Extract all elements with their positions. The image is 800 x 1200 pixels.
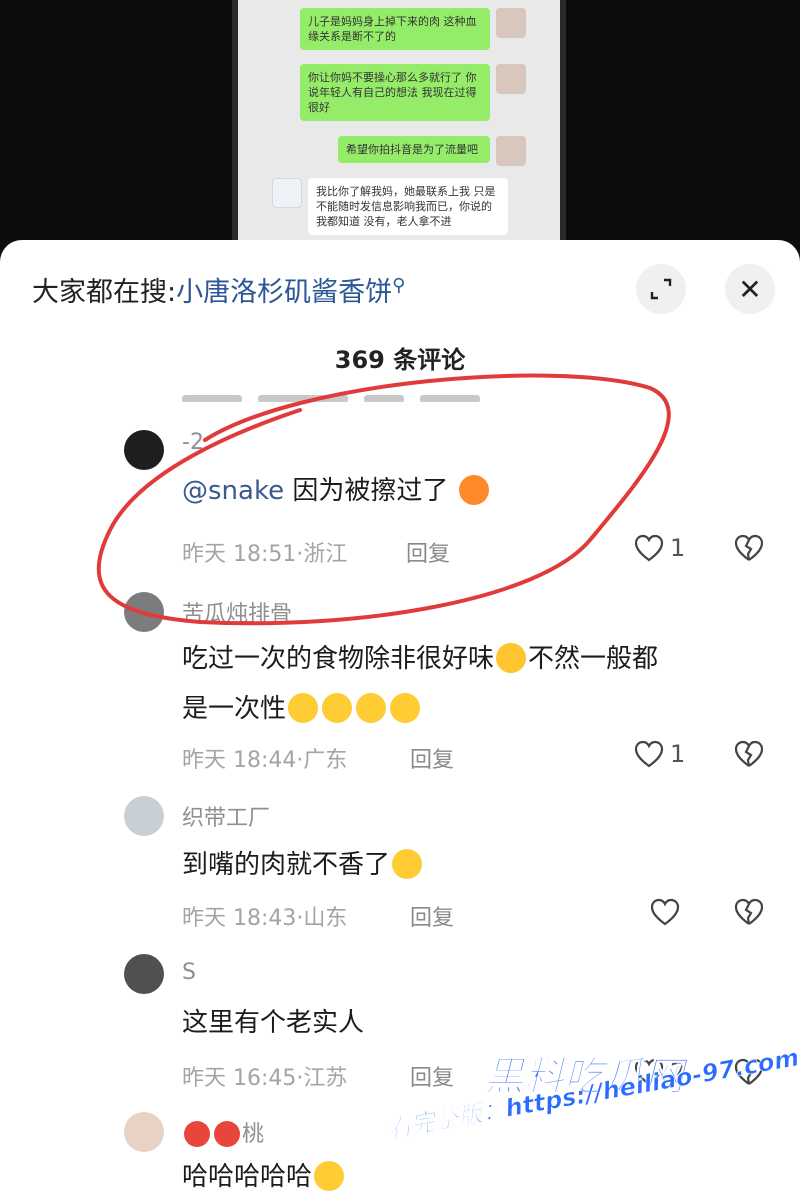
reply-button[interactable]: 回复 [410, 742, 454, 774]
dislike-button[interactable] [733, 740, 765, 772]
comment-body: 这里有个老实人 [182, 1008, 365, 1038]
mushroom-icon [184, 1121, 210, 1147]
dislike-button[interactable] [733, 534, 765, 566]
comment-time: 昨天 18:44 [182, 748, 297, 773]
partial-previous-comment [182, 388, 652, 402]
comment-text: 吃过一次的食物除非很好味 不然一般都 是一次性 [182, 634, 752, 734]
mushroom-icon [214, 1121, 240, 1147]
grin-emoji-icon [322, 693, 353, 723]
comment-location: 浙江 [303, 542, 348, 567]
broken-heart-icon [734, 534, 764, 561]
like-button[interactable] [650, 898, 680, 926]
dislike-button[interactable] [733, 898, 765, 930]
chat-message: 你让你妈不要操心那么多就行了 你说年轻人有自己的想法 我现在过得很好 [300, 64, 526, 121]
search-suggestion[interactable]: 大家都在搜:小唐洛杉矶酱香饼⚲ [32, 270, 405, 309]
comment-count: 369 条评论 [334, 346, 466, 374]
avatar[interactable] [124, 954, 164, 994]
comment-text: @snake 因为被擦过了 [182, 466, 752, 516]
chat-bubble: 我比你了解我妈，她最联系上我 只是不能随时发信息影响我而已，你说的我都知道 没有… [308, 178, 508, 235]
comment-text: 这里有个老实人 [182, 998, 752, 1048]
chat-bubble: 希望你拍抖音是为了流量吧 [338, 136, 490, 163]
comment-time: 昨天 18:51 [182, 542, 297, 567]
video-phone-screen: 儿子是妈妈身上掉下来的肉 这种血缘关系是断不了的 你让你妈不要操心那么多就行了 … [232, 0, 566, 250]
expand-button[interactable] [636, 264, 686, 314]
search-icon: ⚲ [392, 275, 406, 296]
comment-meta: 昨天 18:43·山东 [182, 906, 348, 931]
avatar[interactable] [124, 592, 164, 632]
heart-icon [634, 534, 664, 562]
chat-bubble: 儿子是妈妈身上掉下来的肉 这种血缘关系是断不了的 [300, 8, 490, 50]
comment-time: 昨天 16:45 [182, 1066, 297, 1091]
search-keyword[interactable]: 小唐洛杉矶酱香饼 [176, 277, 392, 308]
reply-button[interactable]: 回复 [410, 900, 454, 932]
comment-username[interactable]: S [182, 960, 196, 985]
comment-username[interactable]: 苦瓜炖排骨 [182, 596, 292, 628]
comment-location: 广东 [303, 748, 348, 773]
broken-heart-icon [734, 898, 764, 925]
comment-location: 山东 [303, 906, 348, 931]
heart-icon [634, 740, 664, 768]
like-count: 1 [670, 740, 686, 768]
chat-message: 儿子是妈妈身上掉下来的肉 这种血缘关系是断不了的 [300, 8, 526, 50]
grin-emoji-icon [314, 1161, 345, 1191]
chat-avatar [496, 8, 526, 38]
heart-eyes-emoji-icon [458, 475, 489, 505]
broken-heart-icon [734, 740, 764, 767]
comment-username: 桃 [242, 1122, 265, 1147]
video-background[interactable]: 儿子是妈妈身上掉下来的肉 这种血缘关系是断不了的 你让你妈不要操心那么多就行了 … [0, 0, 800, 250]
grin-emoji-icon [356, 693, 387, 723]
sweat-grin-emoji-icon [392, 849, 423, 879]
comment-body: 因为被擦过了 [292, 476, 449, 506]
avatar[interactable] [124, 796, 164, 836]
chat-avatar [272, 178, 302, 208]
comment-body-line2: 是一次性 [182, 694, 287, 724]
heart-icon [650, 898, 680, 926]
grin-emoji-icon [390, 693, 421, 723]
grin-emoji-icon [288, 693, 319, 723]
like-button[interactable]: 1 [634, 740, 685, 768]
comment-meta: 昨天 18:51·浙江 [182, 542, 348, 567]
chat-message: 我比你了解我妈，她最联系上我 只是不能随时发信息影响我而已，你说的我都知道 没有… [272, 178, 508, 235]
comment-username-row[interactable]: 桃 [182, 1116, 264, 1148]
comment-meta: 昨天 16:45·江苏 [182, 1066, 348, 1091]
comment-body-continued: 不然一般都 [528, 644, 659, 674]
comment-text: 到嘴的肉就不香了 [182, 840, 752, 890]
chat-avatar [496, 136, 526, 166]
avatar[interactable] [124, 430, 164, 470]
comment-username[interactable]: 织带工厂 [182, 800, 270, 832]
thinking-emoji-icon [496, 643, 527, 673]
comment-time: 昨天 18:43 [182, 906, 297, 931]
mention-link[interactable]: @snake [182, 476, 284, 506]
like-count: 1 [670, 534, 686, 562]
search-prefix: 大家都在搜: [32, 277, 177, 308]
chat-avatar [496, 64, 526, 94]
comment-location: 江苏 [303, 1066, 348, 1091]
comment-text: 哈哈哈哈哈 [182, 1152, 752, 1200]
avatar[interactable] [124, 1112, 164, 1152]
expand-icon [650, 278, 672, 300]
comment-username[interactable]: -2 [182, 430, 204, 455]
comment-body: 到嘴的肉就不香了 [182, 850, 391, 880]
chat-message: 希望你拍抖音是为了流量吧 [338, 136, 526, 166]
chat-bubble: 你让你妈不要操心那么多就行了 你说年轻人有自己的想法 我现在过得很好 [300, 64, 490, 121]
close-icon: ✕ [738, 272, 762, 306]
like-button[interactable]: 1 [634, 534, 685, 562]
comment-body: 哈哈哈哈哈 [182, 1162, 313, 1192]
comment-meta: 昨天 18:44·广东 [182, 748, 348, 773]
close-button[interactable]: ✕ [725, 264, 775, 314]
reply-button[interactable]: 回复 [410, 1060, 454, 1092]
comment-body: 吃过一次的食物除非很好味 [182, 644, 495, 674]
reply-button[interactable]: 回复 [406, 536, 450, 568]
